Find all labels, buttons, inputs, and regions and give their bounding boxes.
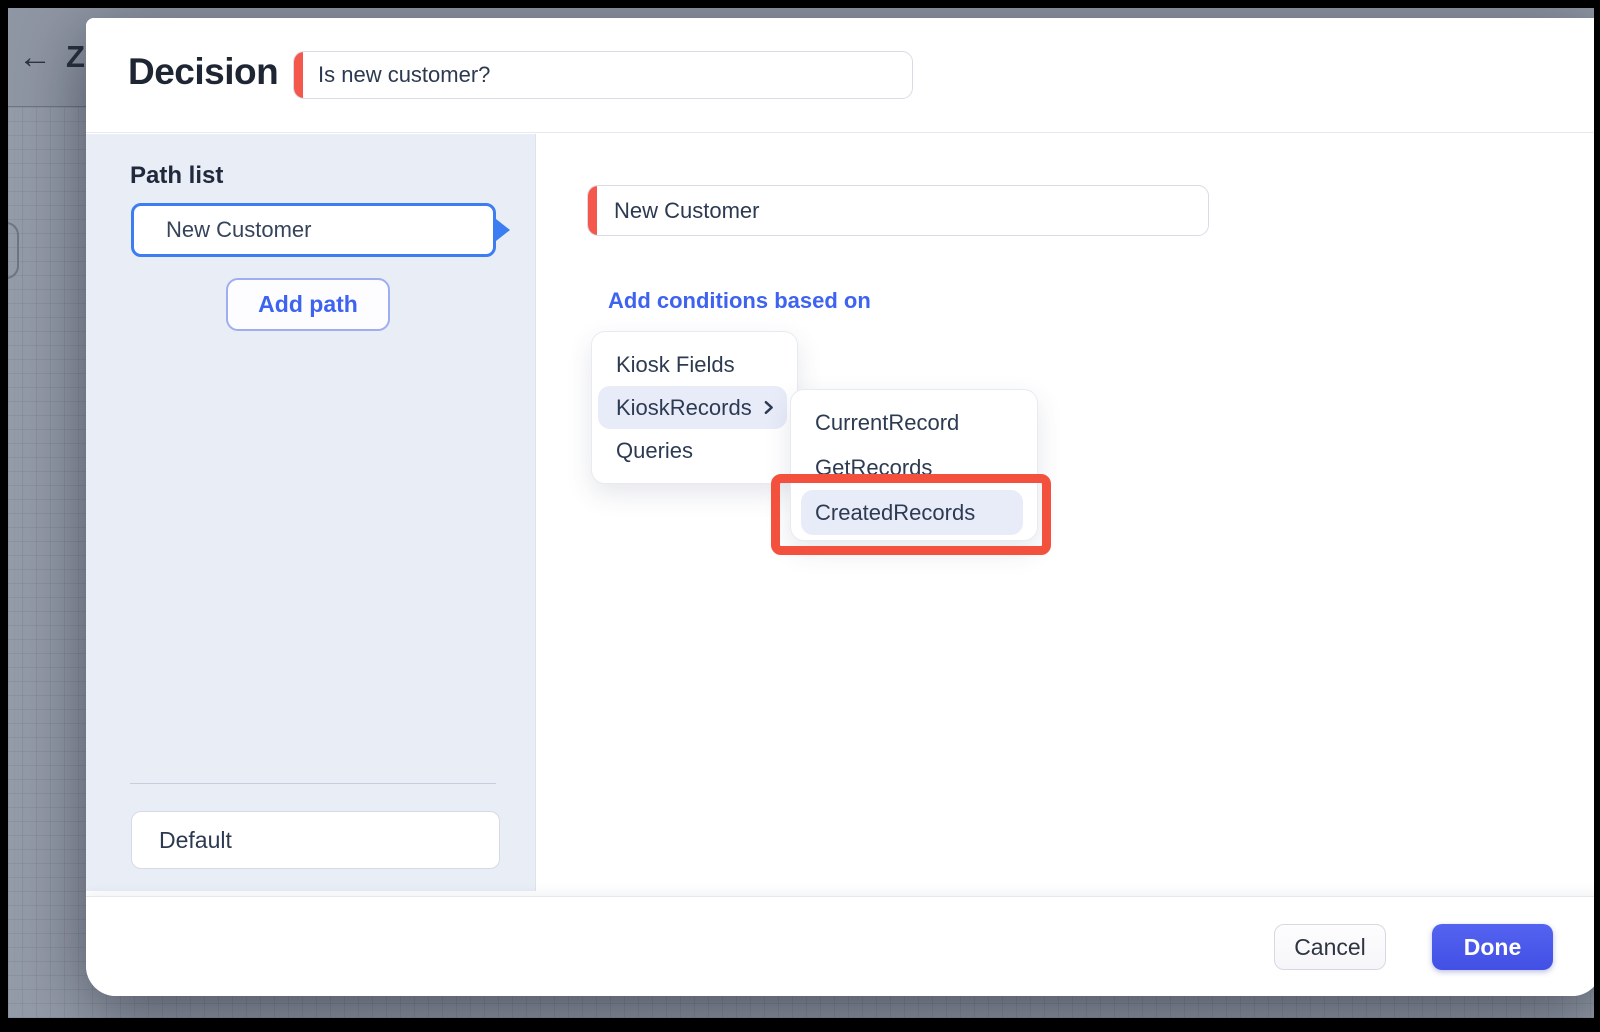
triangle-right-icon — [496, 219, 510, 241]
path-name-value: New Customer — [588, 198, 759, 224]
decision-name-value: Is new customer? — [294, 62, 490, 88]
path-list-heading: Path list — [130, 162, 223, 190]
path-list-panel: Path list New Customer Add path Default — [86, 134, 536, 891]
add-conditions-link[interactable]: Add conditions based on — [608, 288, 871, 314]
workflow-node-partial — [8, 222, 19, 279]
path-item-label: New Customer — [166, 217, 311, 243]
menu-item-kiosk-fields[interactable]: Kiosk Fields — [592, 343, 797, 386]
submenu-item-getrecords[interactable]: GetRecords — [791, 445, 1037, 490]
decision-modal: Decision Is new customer? Path list New … — [86, 18, 1594, 996]
screen: ← Zy Decision Is new customer? Path list… — [8, 8, 1594, 1018]
path-name-input[interactable]: New Customer — [587, 185, 1209, 236]
menu-item-queries[interactable]: Queries — [592, 429, 797, 472]
modal-header: Decision Is new customer? — [86, 18, 1594, 133]
submenu-item-createdrecords[interactable]: CreatedRecords — [801, 490, 1023, 535]
chevron-right-icon — [760, 399, 777, 416]
submenu-item-currentrecord[interactable]: CurrentRecord — [791, 400, 1037, 445]
required-accent-bar — [588, 186, 597, 235]
cancel-button[interactable]: Cancel — [1274, 924, 1386, 970]
modal-footer: Cancel Done — [86, 896, 1594, 996]
menu-item-kioskrecords[interactable]: KioskRecords — [598, 386, 787, 429]
page-title: Decision — [128, 51, 278, 93]
done-button[interactable]: Done — [1432, 924, 1553, 970]
conditions-menu: Kiosk Fields KioskRecords Queries — [591, 331, 798, 484]
required-accent-bar — [294, 52, 303, 98]
back-arrow-icon[interactable]: ← — [18, 40, 52, 74]
records-submenu: CurrentRecord GetRecords CreatedRecords — [790, 389, 1038, 541]
path-item-new-customer[interactable]: New Customer — [131, 203, 496, 257]
default-path-item[interactable]: Default — [131, 811, 500, 869]
add-path-button[interactable]: Add path — [226, 278, 390, 331]
decision-name-input[interactable]: Is new customer? — [293, 51, 913, 99]
panel-divider — [130, 783, 496, 784]
